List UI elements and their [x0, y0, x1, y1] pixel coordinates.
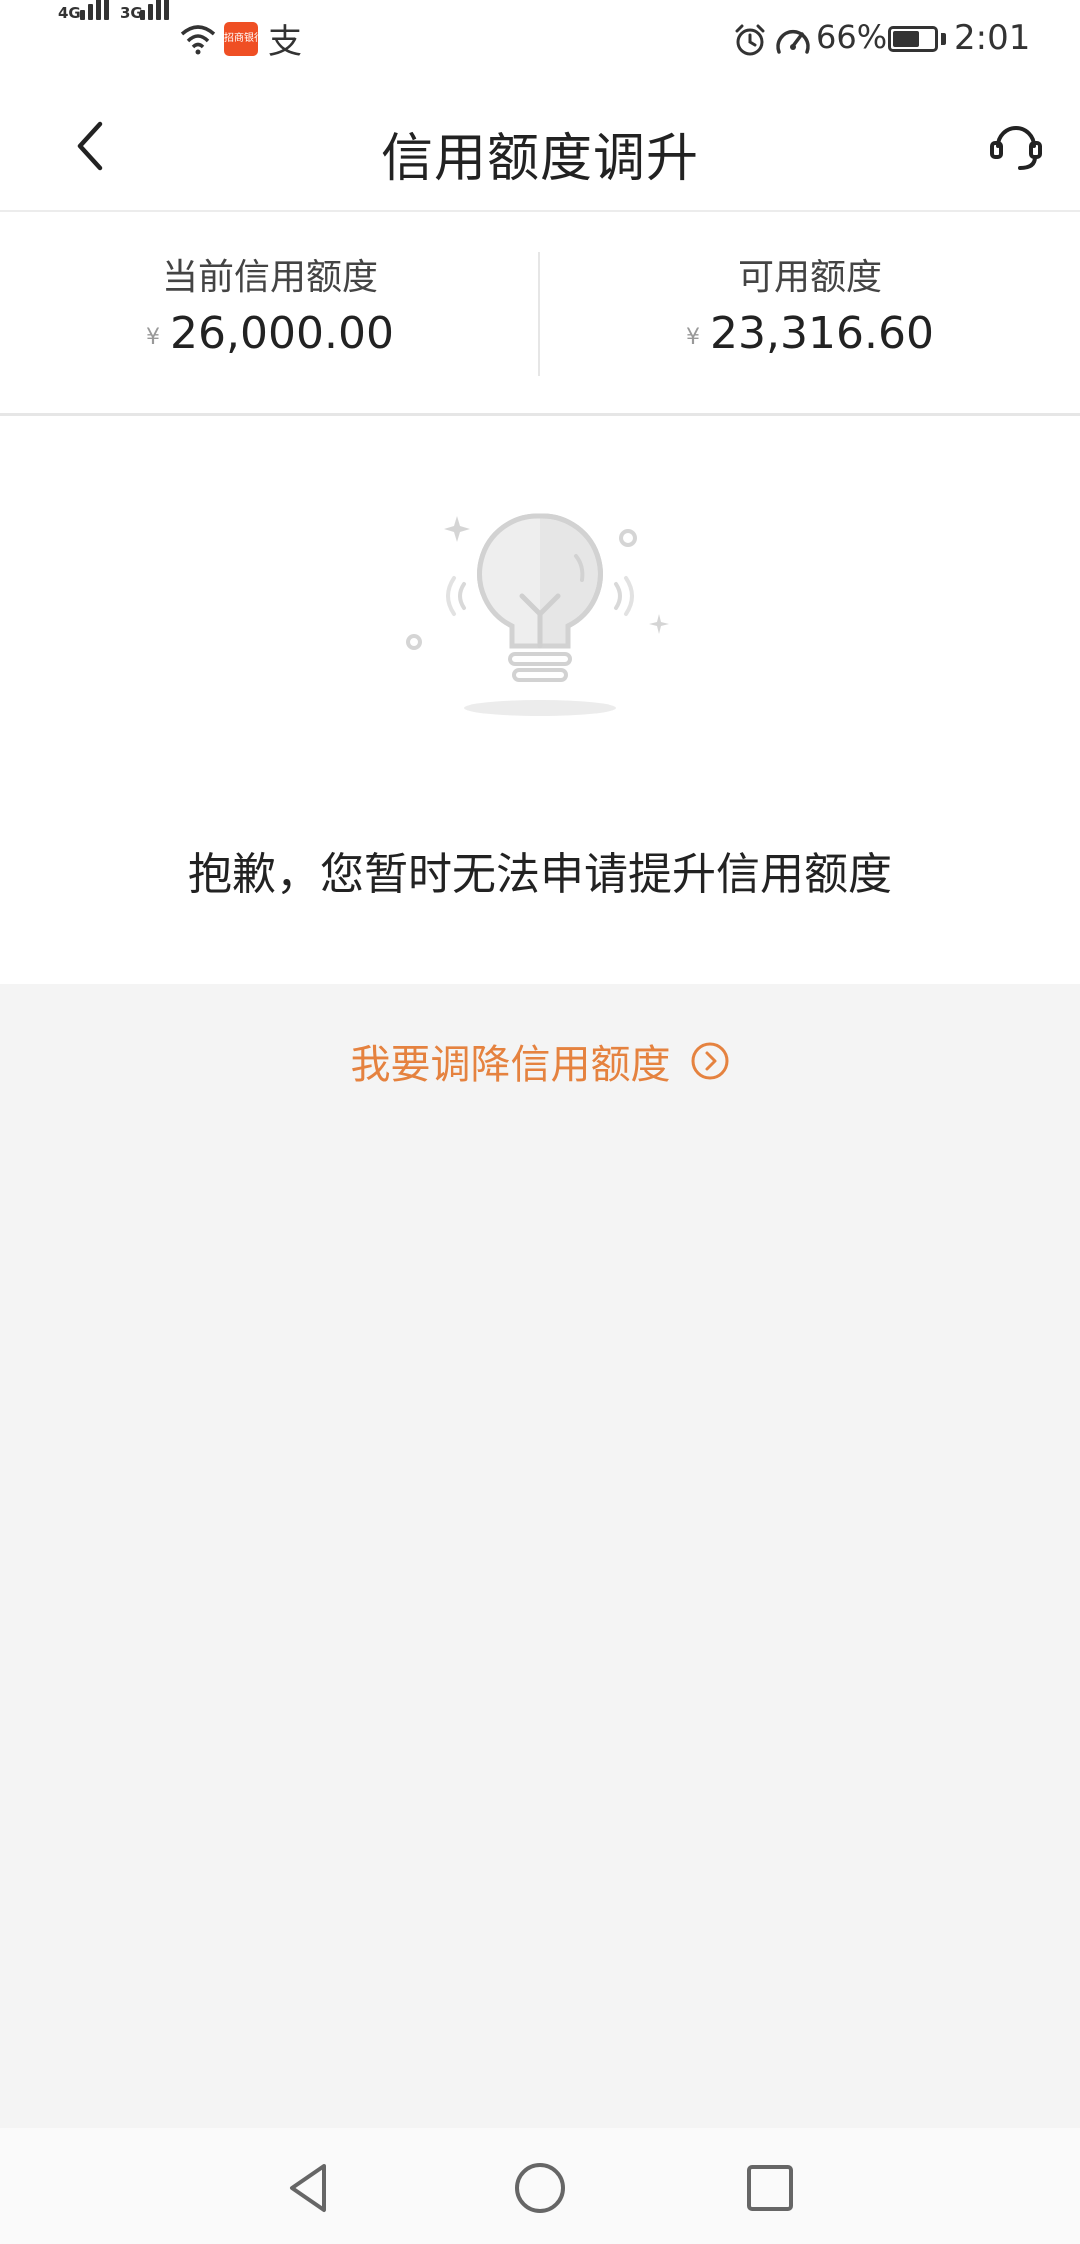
available-limit-amount-row: ¥23,316.60 [540, 308, 1080, 359]
empty-state-message: 抱歉，您暂时无法申请提升信用额度 [188, 849, 892, 900]
nav-back-button[interactable] [280, 2158, 340, 2218]
wifi-icon [180, 25, 216, 55]
currency-symbol: ¥ [146, 325, 161, 350]
app-root: 4G 3G 招商银行 支 [0, 0, 1080, 2244]
customer-service-button[interactable] [986, 116, 1046, 176]
nav-recents-button[interactable] [740, 2158, 800, 2218]
circle-home-icon [515, 2163, 565, 2213]
lightbulb-icon [406, 513, 669, 716]
current-limit-amount-row: ¥26,000.00 [0, 308, 540, 359]
battery-percent: 66% [816, 18, 888, 56]
status-clock: 2:01 [954, 18, 1031, 58]
arrow-right-circle-icon [691, 1042, 729, 1080]
page-title: 信用额度调升 [380, 129, 699, 189]
current-limit-amount: 26,000.00 [170, 308, 394, 359]
alarm-icon [735, 24, 765, 56]
current-limit-label: 当前信用额度 [161, 257, 378, 298]
available-limit-panel: 可用额度 ¥23,316.60 [540, 212, 1080, 416]
currency-symbol: ¥ [686, 325, 701, 350]
available-limit-amount: 23,316.60 [710, 308, 934, 359]
nav-home-button[interactable] [510, 2158, 570, 2218]
decrease-credit-limit-label: 我要调降信用额度 [350, 1042, 671, 1088]
battery-icon [888, 26, 938, 52]
status-bar: 4G 3G 招商银行 支 [0, 0, 1080, 82]
headset-icon [990, 126, 1042, 170]
empty-state-panel: 抱歉，您暂时无法申请提升信用额度 [0, 416, 1080, 984]
current-limit-panel: 当前信用额度 ¥26,000.00 [0, 212, 540, 416]
decrease-credit-limit-link[interactable]: 我要调降信用额度 [0, 1032, 1080, 1092]
battery-level-fill [893, 31, 919, 47]
app-notification-icon: 招商银行 [224, 22, 258, 56]
network-4g-label: 4G [58, 4, 81, 22]
speedometer-icon [776, 29, 810, 54]
triangle-back-icon [290, 2164, 326, 2212]
pay-app-icon: 支 [268, 22, 302, 62]
credit-summary: 当前信用额度 ¥26,000.00 可用额度 ¥23,316.60 [0, 212, 1080, 416]
system-nav-bar [0, 2128, 1080, 2244]
page-header: 信用额度调升 [0, 82, 1080, 212]
battery-cap [941, 33, 946, 45]
available-limit-label: 可用额度 [737, 257, 882, 298]
square-recents-icon [747, 2165, 793, 2211]
